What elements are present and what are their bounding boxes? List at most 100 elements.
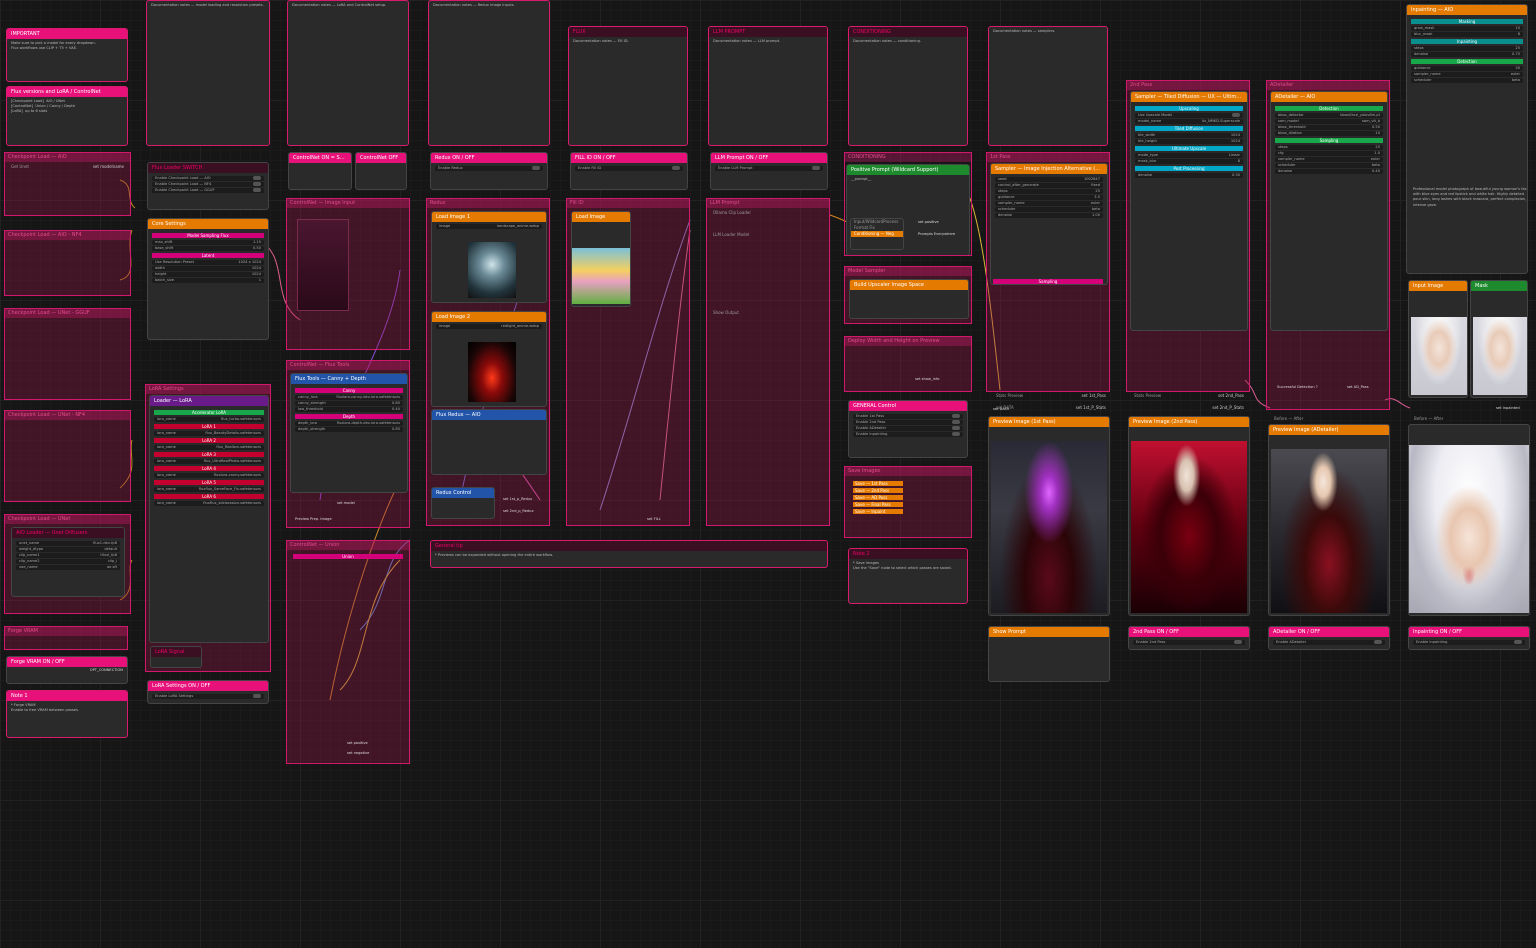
inpainting-onoff-node[interactable]: Inpainting ON / OFF Enable Inpainting <box>1408 626 1530 650</box>
save-option-3[interactable]: Save — AD Pass <box>853 495 903 500</box>
inpaint-prompt-text[interactable]: Professional model photograph of beautif… <box>1409 185 1527 210</box>
batch-size-widget[interactable]: batch_size 1 <box>152 278 264 283</box>
gc-2[interactable]: Enable 2nd Pass <box>853 420 963 425</box>
max-shift-widget[interactable]: max_shift 1.15 <box>152 240 264 245</box>
tile-width-widget[interactable]: tile_width 1024 <box>1135 133 1243 138</box>
gc-3[interactable]: Enable ADetailer <box>853 426 963 431</box>
depth-model-widget[interactable]: depth_lora fluxlora-depth-dev-lora.safete… <box>295 421 403 426</box>
adetailer-onoff-node[interactable]: ADetailer ON / OFF Enable ADetailer <box>1268 626 1390 650</box>
bbox-widget[interactable]: bbox_detector bbox/face_yolov8m.pt <box>1275 113 1383 118</box>
inpaint-guidance[interactable]: guidance 30 <box>1411 66 1523 71</box>
enable-llm-widget[interactable]: Enable LLM Prompt <box>715 166 823 171</box>
steps-widget[interactable]: steps 25 <box>995 189 1103 194</box>
use-upscale-widget[interactable]: Use Upscale Model <box>1135 113 1243 118</box>
canny-model-widget[interactable]: canny_lora fluxlora-canny-dev-lora.safete… <box>295 395 403 400</box>
input-image-node[interactable]: Input Image <box>1408 280 1468 398</box>
lora-4-widget[interactable]: lora_name fluxlora-canny.safetensors <box>154 473 264 478</box>
control-widget[interactable]: control_after_generate fixed <box>995 183 1103 188</box>
tiled-diffusion-node[interactable]: Sampler — Tiled Diffusion — UX — Ultimat… <box>1130 91 1248 331</box>
resolution-preset-widget[interactable]: Use Resolution Preset 1024 x 1024 <box>152 260 264 265</box>
save-option-2[interactable]: Save — 2nd Pass <box>853 488 903 493</box>
enable-redux-widget[interactable]: Enable Redux <box>435 166 543 171</box>
second-pass-onoff-node[interactable]: 2nd Pass ON / OFF Enable 2nd Pass <box>1128 626 1250 650</box>
denoise-2nd-widget[interactable]: denoise 0.30 <box>1135 173 1243 178</box>
switch-widget-2[interactable]: Enable Checkpoint Load — NF4 <box>152 182 264 187</box>
gc-4[interactable]: Enable Inpainting <box>853 432 963 437</box>
ad-sampler[interactable]: sampler_name euler <box>1275 157 1383 162</box>
unet-widget-3[interactable]: clip_name1 t5xxl_fp8 <box>16 553 120 558</box>
switch-widget-3[interactable]: Enable Checkpoint Load — GGUF <box>152 188 264 193</box>
unet-widget-2[interactable]: weight_dtype default <box>16 547 120 552</box>
inpainting-node[interactable]: Inpainting — AIO Masking grow_mask 10 blu… <box>1406 4 1528 274</box>
bbox-dilation[interactable]: bbox_dilation 10 <box>1275 131 1383 136</box>
unet-widget-1[interactable]: unet_name flux1-dev-fp8 <box>16 541 120 546</box>
width-widget[interactable]: width 1024 <box>152 266 264 271</box>
ad-scheduler[interactable]: scheduler beta <box>1275 163 1383 168</box>
bbox-threshold[interactable]: bbox_threshold 0.50 <box>1275 125 1383 130</box>
canny-strength-widget[interactable]: canny_strength 0.85 <box>295 401 403 406</box>
gc-1[interactable]: Enable 1st Pass <box>853 414 963 419</box>
fill-load-image-node[interactable]: Load Image <box>571 211 631 307</box>
guidance-widget[interactable]: guidance 3.5 <box>995 195 1103 200</box>
save-option-4[interactable]: Save — Final Pass <box>853 502 903 507</box>
accel-widget[interactable]: lora_name flux_turbo.safetensors <box>154 417 264 422</box>
lora-signal-node[interactable]: LoRA Signal <box>150 646 202 668</box>
preview-2nd-node[interactable]: Preview Image (2nd Pass) <box>1128 416 1250 616</box>
general-control-node[interactable]: GENERAL Control Enable 1st Pass Enable 2… <box>848 400 968 458</box>
inpaint-sampler[interactable]: sampler_name euler <box>1411 72 1523 77</box>
sampler-widget[interactable]: sampler_name euler <box>995 201 1103 206</box>
low-threshold-widget[interactable]: low_threshold 0.40 <box>295 407 403 412</box>
inpaint-scheduler[interactable]: scheduler beta <box>1411 78 1523 83</box>
lora-1-widget[interactable]: lora_name flux_BeautyDetails.safetensors <box>154 431 264 436</box>
lora-3-widget[interactable]: lora_name flux_UltraRealPhoto.safetensors <box>154 459 264 464</box>
scheduler-widget[interactable]: scheduler beta <box>995 207 1103 212</box>
preview-ad-node[interactable]: Preview Image (ADetailer) <box>1268 424 1390 616</box>
upscale-model-widget[interactable]: model_name 4x_NMKD-Superscale <box>1135 119 1243 124</box>
lora-6-widget[interactable]: lora_name fluxflux_sdxlsession.safetensor… <box>154 501 264 506</box>
flux-loader-switch-node[interactable]: Flux Loader SWITCH Enable Checkpoint Loa… <box>147 162 269 210</box>
unet-widget-4[interactable]: clip_name2 clip_l <box>16 559 120 564</box>
enable-inpainting-widget[interactable]: Enable Inpainting <box>1413 640 1525 645</box>
height-widget[interactable]: height 1024 <box>152 272 264 277</box>
switch-widget-1[interactable]: Enable Checkpoint Load — AIO <box>152 176 264 181</box>
ad-denoise[interactable]: denoise 0.40 <box>1275 169 1383 174</box>
sampler-node[interactable]: Sampler — Image Injection Alternative (O… <box>990 163 1108 285</box>
seed-widget[interactable]: seed 1002847 <box>995 177 1103 182</box>
load-image-2-node[interactable]: Load Image 2 image redlight_anime.webp <box>431 311 547 407</box>
flux-tools-node[interactable]: Flux Tools — Canny + Depth Canny canny_l… <box>290 373 408 493</box>
depth-strength-widget[interactable]: depth_strength 0.85 <box>295 427 403 432</box>
image-file-1-widget[interactable]: image landscape_anime.webp <box>436 224 542 229</box>
ad-steps[interactable]: steps 25 <box>1275 145 1383 150</box>
save-option-5[interactable]: Save — Inpaint <box>853 509 903 514</box>
mode-type-widget[interactable]: mode_type Linear <box>1135 153 1243 158</box>
tile-height-widget[interactable]: tile_height 1024 <box>1135 139 1243 144</box>
blur-mask-widget[interactable]: blur_mask 8 <box>1411 32 1523 37</box>
ad-cfg[interactable]: cfg 1.0 <box>1275 151 1383 156</box>
load-image-1-node[interactable]: Load Image 1 image landscape_anime.webp <box>431 211 547 303</box>
unet-loader-node[interactable]: AIO Loader — Unet Diffusers unet_name flu… <box>11 527 125 597</box>
image-file-2-widget[interactable]: image redlight_anime.webp <box>436 324 542 329</box>
build-upscaler-node[interactable]: Build Upscaler Image Space <box>849 279 969 319</box>
save-option-1[interactable]: Save — 1st Pass <box>853 481 903 486</box>
enable-adetailer-widget[interactable]: Enable ADetailer <box>1273 640 1385 645</box>
lora-5-widget[interactable]: lora_name fluxflux_SameFace_Fix.safetenso… <box>154 487 264 492</box>
mask-node[interactable]: Mask <box>1470 280 1528 398</box>
lora-onoff-node[interactable]: LoRA Settings ON / OFF Enable LoRA Setti… <box>147 680 269 704</box>
show-prompt-node[interactable]: Show Prompt <box>988 626 1110 682</box>
lora-2-widget[interactable]: lora_name flux_Realism.safetensors <box>154 445 264 450</box>
input-wildcard-node[interactable]: Input/WildcardProcess Format Fix Conditi… <box>850 218 904 250</box>
lora-loader-node[interactable]: Loader — LoRA Accelerator LoRA lora_name… <box>149 395 269 643</box>
enable-fill-widget[interactable]: Enable Fill ID <box>575 166 683 171</box>
enable-lora-widget[interactable]: Enable LoRA Settings <box>152 694 264 699</box>
redux-control-node[interactable]: Redux Control <box>431 487 495 519</box>
core-settings-node[interactable]: Core Settings Model Sampling Flux max_sh… <box>147 218 269 340</box>
unet-widget-5[interactable]: vae_name ae.sft <box>16 565 120 570</box>
forge-vram-toggle-node[interactable]: Forge VRAM ON / OFF OPT_CONNECTION <box>6 656 128 684</box>
llm-onoff-node[interactable]: LLM Prompt ON / OFF Enable LLM Prompt <box>710 152 828 190</box>
sam-widget[interactable]: sam_model sam_vit_b <box>1275 119 1383 124</box>
controlnet-switch-node[interactable]: ControlNet ON = SWITCH <box>288 152 352 190</box>
mask-blur-widget[interactable]: mask_blur 8 <box>1135 159 1243 164</box>
grow-mask-widget[interactable]: grow_mask 10 <box>1411 26 1523 31</box>
controlnet-off-node[interactable]: ControlNet OFF <box>355 152 407 190</box>
preview-1st-node[interactable]: Preview Image (1st Pass) <box>988 416 1110 616</box>
